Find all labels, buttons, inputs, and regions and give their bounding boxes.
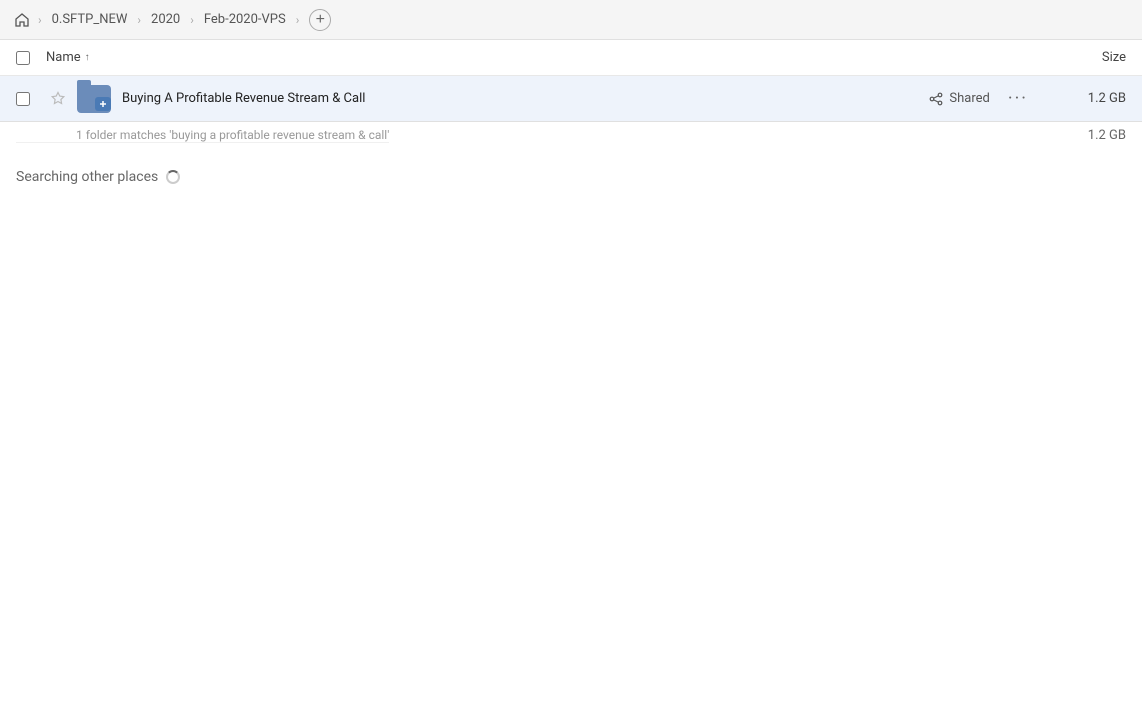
breadcrumb: › 0.SFTP_NEW › 2020 › Feb-2020-VPS › + — [12, 9, 331, 31]
select-all-checkbox-container[interactable] — [16, 51, 46, 65]
folder-icon — [76, 81, 112, 117]
breadcrumb-sep-1: › — [38, 13, 42, 27]
searching-label: Searching other places — [16, 169, 158, 185]
match-row: 1 folder matches 'buying a profitable re… — [0, 122, 1142, 149]
shared-label: Shared — [949, 91, 989, 106]
file-row[interactable]: Buying A Profitable Revenue Stream & Cal… — [0, 76, 1142, 122]
file-actions: Shared ··· — [928, 86, 1034, 111]
breadcrumb-sep-2: › — [137, 13, 141, 27]
shared-badge[interactable]: Shared — [928, 91, 989, 107]
add-folder-button[interactable]: + — [309, 9, 331, 31]
file-name-label: Buying A Profitable Revenue Stream & Cal… — [122, 91, 928, 106]
column-header: Name ↑ Size — [0, 40, 1142, 76]
name-column-header[interactable]: Name ↑ — [46, 50, 1026, 65]
star-button[interactable] — [46, 91, 70, 107]
breadcrumb-item-sftp[interactable]: 0.SFTP_NEW — [48, 10, 132, 29]
toolbar: › 0.SFTP_NEW › 2020 › Feb-2020-VPS › + — [0, 0, 1142, 40]
breadcrumb-sep-4: › — [296, 13, 300, 27]
select-all-checkbox[interactable] — [16, 51, 30, 65]
match-count-label: 1 folder matches 'buying a profitable re… — [16, 128, 389, 143]
home-button[interactable] — [12, 10, 32, 30]
file-size: 1.2 GB — [1046, 91, 1126, 106]
breadcrumb-sep-3: › — [190, 13, 194, 27]
match-size-label: 1.2 GB — [1088, 128, 1126, 143]
more-options-button[interactable]: ··· — [1002, 86, 1034, 111]
searching-section: Searching other places — [0, 149, 1142, 195]
breadcrumb-item-feb[interactable]: Feb-2020-VPS — [200, 10, 290, 29]
loading-spinner — [166, 170, 180, 184]
size-column-header: Size — [1026, 50, 1126, 65]
breadcrumb-item-2020[interactable]: 2020 — [147, 10, 184, 29]
row-checkbox[interactable] — [16, 92, 30, 106]
sort-arrow-icon: ↑ — [85, 52, 90, 63]
row-checkbox-container[interactable] — [16, 92, 46, 106]
